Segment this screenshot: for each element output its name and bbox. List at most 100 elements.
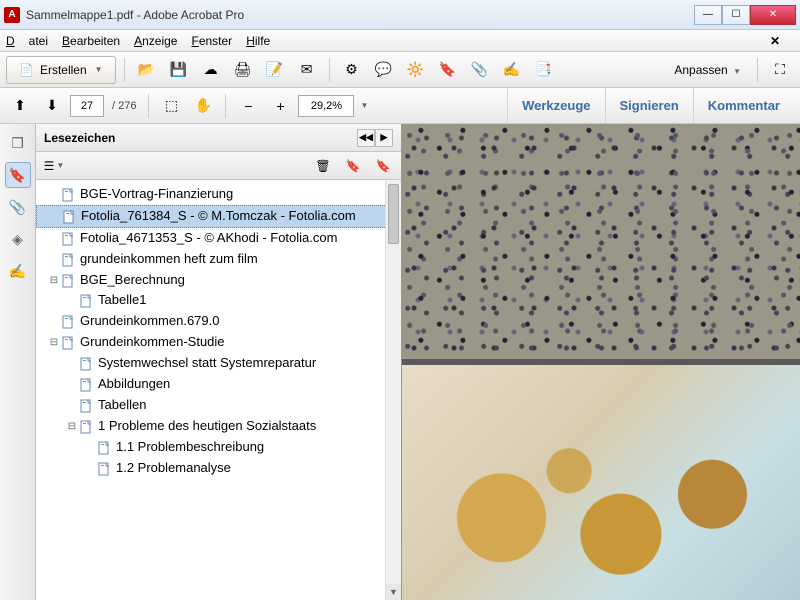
- maximize-button[interactable]: ☐: [722, 5, 750, 25]
- bookmark-item[interactable]: Systemwechsel statt Systemreparatur: [36, 353, 401, 374]
- minimize-button[interactable]: —: [694, 5, 722, 25]
- comment-bubble-button[interactable]: 💬: [370, 56, 398, 84]
- bookmark-icon: [63, 210, 77, 224]
- menu-help[interactable]: Hilfe: [246, 34, 270, 48]
- bookmark-icon: [80, 357, 94, 371]
- bookmark-item[interactable]: BGE-Vortrag-Finanzierung: [36, 184, 401, 205]
- bookmark-label: Grundeinkommen-Studie: [80, 334, 225, 351]
- expand-toggle[interactable]: ⊟: [48, 337, 60, 348]
- select-tool-button[interactable]: ⬚: [157, 92, 185, 120]
- bookmark-label: Fotolia_4671353_S - © AKhodi - Fotolia.c…: [80, 230, 337, 247]
- bookmark-icon: [62, 274, 76, 288]
- create-icon: 📄: [19, 63, 34, 77]
- document-view[interactable]: [402, 124, 800, 600]
- bookmark-item[interactable]: 1.1 Problembeschreibung: [36, 437, 401, 458]
- redact-button[interactable]: 📑: [530, 56, 558, 84]
- attach-button[interactable]: 📎: [466, 56, 494, 84]
- bookmarks-tab[interactable]: 🔖: [5, 162, 31, 188]
- tools-tab[interactable]: Werkzeuge: [507, 88, 604, 124]
- open-button[interactable]: 📂: [133, 56, 161, 84]
- bookmark-label: 1.1 Problembeschreibung: [116, 439, 264, 456]
- cloud-button[interactable]: ☁: [197, 56, 225, 84]
- chevron-down-icon: ▼: [95, 65, 103, 74]
- layers-tab[interactable]: ◈: [5, 226, 31, 252]
- bookmark-item[interactable]: Fotolia_761384_S - © M.Tomczak - Fotolia…: [36, 205, 401, 228]
- customize-toolbar[interactable]: Anpassen ▼: [666, 63, 749, 77]
- bookmark-item[interactable]: Tabelle1: [36, 290, 401, 311]
- bookmark-item[interactable]: ⊟ Grundeinkommen-Studie: [36, 332, 401, 353]
- save-button[interactable]: 💾: [165, 56, 193, 84]
- bookmark-options-button[interactable]: ☰▼: [42, 155, 66, 177]
- stamp-button[interactable]: 🔖: [434, 56, 462, 84]
- bookmark-label: 1.2 Problemanalyse: [116, 460, 231, 477]
- expand-toggle[interactable]: ⊟: [48, 275, 60, 286]
- bookmark-item[interactable]: Grundeinkommen.679.0: [36, 311, 401, 332]
- bookmark-item[interactable]: 1.2 Problemanalyse: [36, 458, 401, 479]
- bookmarks-scrollbar[interactable]: ▼: [385, 180, 401, 600]
- print-button[interactable]: 🖨: [229, 56, 257, 84]
- window-controls: — ☐ ✕: [694, 5, 796, 25]
- bookmark-label: Systemwechsel statt Systemreparatur: [98, 355, 316, 372]
- bookmark-item[interactable]: grundeinkommen heft zum film: [36, 249, 401, 270]
- window-title: Sammelmappe1.pdf - Adobe Acrobat Pro: [26, 8, 694, 22]
- comment-tab[interactable]: Kommentar: [693, 88, 794, 124]
- highlight-button[interactable]: 🔆: [402, 56, 430, 84]
- bookmark-icon: [98, 441, 112, 455]
- menu-file[interactable]: Datei: [6, 34, 48, 48]
- attachments-tab[interactable]: 📎: [5, 194, 31, 220]
- scrollbar-thumb[interactable]: [388, 184, 399, 244]
- hand-tool-button[interactable]: ✋: [189, 92, 217, 120]
- bookmark-item[interactable]: ⊟1 Probleme des heutigen Sozialstaats: [36, 416, 401, 437]
- zoom-out-button[interactable]: −: [234, 92, 262, 120]
- bookmark-label: BGE_Berechnung: [80, 272, 185, 289]
- page-number-input[interactable]: [70, 95, 104, 117]
- bookmark-label: BGE-Vortrag-Finanzierung: [80, 186, 233, 203]
- page-down-button[interactable]: ⬇: [38, 92, 66, 120]
- bookmark-item[interactable]: Fotolia_4671353_S - © AKhodi - Fotolia.c…: [36, 228, 401, 249]
- app-icon: A: [4, 7, 20, 23]
- gear-button[interactable]: ⚙: [338, 56, 366, 84]
- zoom-dropdown[interactable]: ▼: [360, 101, 368, 110]
- bookmark-label: Grundeinkommen.679.0: [80, 313, 219, 330]
- zoom-in-button[interactable]: +: [266, 92, 294, 120]
- new-bookmark-from-structure-button[interactable]: 🔖: [371, 155, 395, 177]
- right-panel-tabs: Werkzeuge Signieren Kommentar: [507, 88, 794, 124]
- create-button[interactable]: 📄 Erstellen ▼: [6, 56, 116, 84]
- menu-bar: Datei Bearbeiten Anzeige Fenster Hilfe ✕: [0, 30, 800, 52]
- create-label: Erstellen: [40, 63, 87, 77]
- zoom-input[interactable]: [298, 95, 354, 117]
- bookmark-icon: [62, 336, 76, 350]
- bookmark-icon: [80, 399, 94, 413]
- document-close-button[interactable]: ✕: [770, 34, 780, 48]
- bookmarks-panel: Lesezeichen ◀◀ ▶ ☰▼ 🗑 🔖 🔖 BGE-Vortrag-Fi…: [36, 124, 402, 600]
- bookmark-label: grundeinkommen heft zum film: [80, 251, 258, 268]
- bookmark-item[interactable]: Tabellen: [36, 395, 401, 416]
- bookmark-prev-button[interactable]: ◀◀: [357, 129, 375, 147]
- page-thumbnails-tab[interactable]: ❐: [5, 130, 31, 156]
- expand-toggle[interactable]: ⊟: [66, 421, 78, 432]
- sign-tool-button[interactable]: ✍: [498, 56, 526, 84]
- page-total: / 276: [112, 100, 136, 112]
- fullscreen-button[interactable]: ⛶: [766, 56, 794, 84]
- bookmark-next-button[interactable]: ▶: [375, 129, 393, 147]
- page-image-money: [402, 365, 800, 600]
- bookmark-item[interactable]: ⊟ BGE_Berechnung: [36, 270, 401, 291]
- bookmark-icon: [80, 294, 94, 308]
- edit-button[interactable]: 📝: [261, 56, 289, 84]
- menu-edit[interactable]: Bearbeiten: [62, 34, 120, 48]
- email-button[interactable]: ✉: [293, 56, 321, 84]
- bookmark-item[interactable]: Abbildungen: [36, 374, 401, 395]
- new-bookmark-button[interactable]: 🔖: [341, 155, 365, 177]
- bookmark-icon: [62, 315, 76, 329]
- signatures-tab[interactable]: ✍: [5, 258, 31, 284]
- delete-bookmark-button[interactable]: 🗑: [311, 155, 335, 177]
- page-up-button[interactable]: ⬆: [6, 92, 34, 120]
- menu-window[interactable]: Fenster: [191, 34, 232, 48]
- menu-view[interactable]: Anzeige: [134, 34, 177, 48]
- close-button[interactable]: ✕: [750, 5, 796, 25]
- bookmark-icon: [62, 253, 76, 267]
- scrollbar-down-arrow[interactable]: ▼: [386, 584, 401, 600]
- title-bar: A Sammelmappe1.pdf - Adobe Acrobat Pro —…: [0, 0, 800, 30]
- bookmark-icon: [80, 378, 94, 392]
- sign-tab[interactable]: Signieren: [605, 88, 693, 124]
